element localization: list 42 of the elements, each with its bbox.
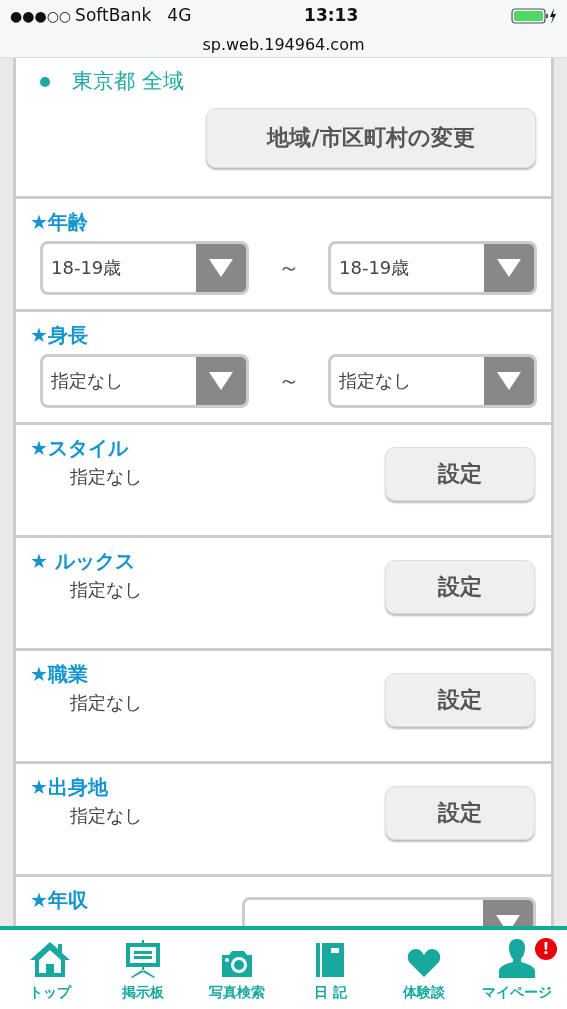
range-separator: ～ bbox=[277, 254, 300, 282]
filter-title: ★出身地 bbox=[30, 773, 108, 801]
network-type: 4G bbox=[167, 4, 192, 28]
heart-icon bbox=[406, 948, 441, 978]
battery-icon bbox=[511, 7, 557, 25]
filter-value: 指定なし bbox=[69, 577, 142, 602]
filter-value: 指定なし bbox=[69, 803, 142, 828]
settings-button[interactable]: 設定 bbox=[385, 446, 535, 501]
signal-strength: ●●●○○ bbox=[10, 6, 72, 26]
bullet-icon bbox=[40, 76, 50, 87]
clock-time: 13:13 bbox=[304, 5, 359, 26]
filter-title: ★スタイル bbox=[30, 434, 128, 462]
home-icon bbox=[28, 940, 72, 978]
url-text[interactable]: sp.web.194964.com bbox=[202, 35, 365, 54]
change-area-button[interactable]: 地域/市区町村の変更 bbox=[206, 107, 536, 168]
nav-item[interactable]: マイページ ! bbox=[472, 936, 561, 1003]
camera-icon bbox=[219, 948, 254, 978]
select-field[interactable]: 指定なし bbox=[40, 353, 249, 408]
filter-value: 指定なし bbox=[69, 464, 142, 489]
settings-button[interactable]: 設定 bbox=[385, 785, 535, 840]
carrier-name: SoftBank bbox=[75, 4, 152, 28]
settings-button[interactable]: 設定 bbox=[385, 559, 535, 614]
notebook-icon bbox=[315, 942, 346, 978]
filter-value: 指定なし bbox=[69, 690, 142, 715]
dropdown-arrow-icon bbox=[208, 370, 234, 391]
notification-badge: ! bbox=[534, 938, 557, 960]
filter-title: ★年収 bbox=[30, 886, 88, 914]
person-icon bbox=[496, 938, 537, 978]
dropdown-arrow-icon bbox=[208, 257, 234, 278]
settings-button[interactable]: 設定 bbox=[385, 672, 535, 727]
dropdown-arrow-icon bbox=[496, 370, 522, 391]
range-separator: ～ bbox=[277, 367, 300, 395]
select-field[interactable]: 18-19歳 bbox=[328, 240, 537, 295]
filter-title: ★ ルックス bbox=[30, 547, 135, 575]
filter-title: ★年齢 bbox=[30, 208, 88, 236]
dropdown-arrow-icon bbox=[496, 257, 522, 278]
easel-icon bbox=[125, 940, 162, 978]
filter-title: ★職業 bbox=[30, 660, 88, 688]
select-field[interactable]: 指定なし bbox=[328, 353, 537, 408]
filter-title: ★身長 bbox=[30, 321, 88, 349]
select-field[interactable]: 18-19歳 bbox=[40, 240, 249, 295]
area-item: 東京都 全域 bbox=[72, 68, 184, 95]
